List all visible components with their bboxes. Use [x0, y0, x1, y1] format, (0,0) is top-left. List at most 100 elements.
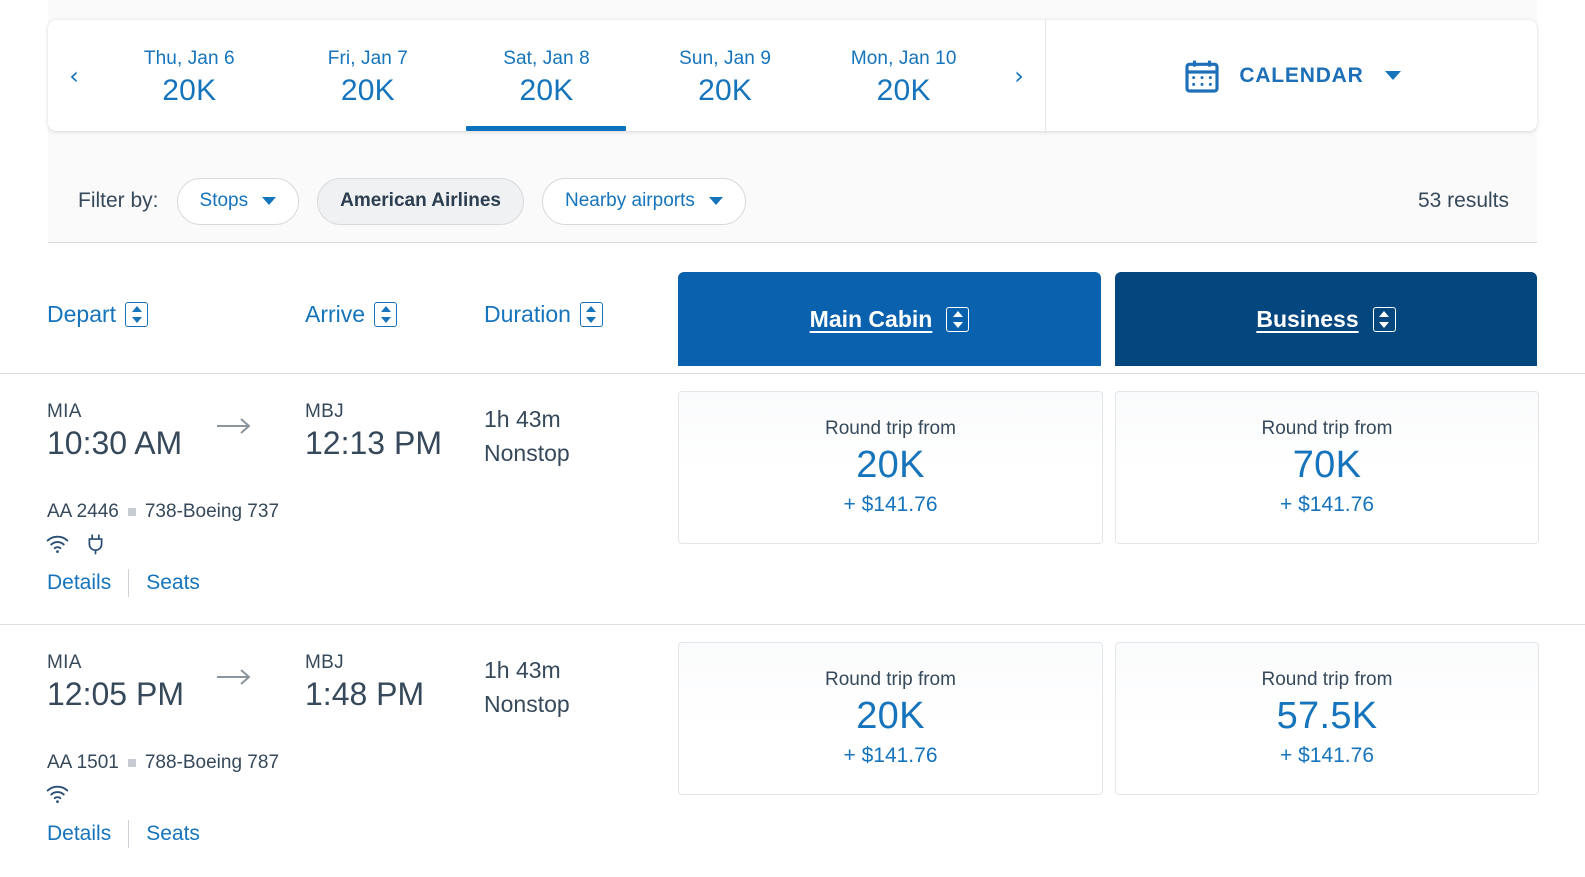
date-price: 20K: [162, 74, 216, 108]
price-cash: + $141.76: [1280, 493, 1374, 517]
previous-dates-button[interactable]: ‹: [48, 20, 100, 131]
duration-value: 1h 43m: [484, 406, 570, 433]
arrive-time: 12:13 PM: [305, 425, 442, 462]
price-caption: Round trip from: [825, 669, 956, 691]
link-separator: [128, 569, 129, 597]
calendar-button[interactable]: CALENDAR: [1046, 20, 1537, 131]
wifi-icon: [45, 535, 70, 559]
price-miles: 57.5K: [1277, 695, 1378, 738]
stops-value: Nonstop: [484, 691, 570, 718]
filter-stops-button[interactable]: Stops: [177, 178, 300, 225]
price-cash: + $141.76: [843, 493, 937, 517]
price-card-business[interactable]: Round trip from 57.5K + $141.76: [1115, 642, 1539, 795]
depart-cell: MIA 10:30 AM: [47, 401, 182, 462]
column-header-main-cabin: Main Cabin: [810, 306, 933, 333]
selected-date-underline: [466, 126, 626, 131]
sort-depart-button[interactable]: Depart: [47, 301, 148, 328]
date-item-4[interactable]: Mon, Jan 10 20K: [814, 20, 993, 131]
arrow-right-icon: [215, 667, 253, 687]
duration-value: 1h 43m: [484, 657, 570, 684]
aircraft-type: 788-Boeing 787: [145, 752, 279, 774]
sort-arrive-button[interactable]: Arrive: [305, 301, 397, 328]
sort-business-button[interactable]: Business: [1115, 272, 1537, 366]
stops-value: Nonstop: [484, 440, 570, 467]
chevron-down-icon: [1385, 71, 1401, 80]
price-caption: Round trip from: [1262, 669, 1393, 691]
date-price: 20K: [877, 74, 931, 108]
power-outlet-icon: [86, 534, 105, 560]
filter-nearby-airports-label: Nearby airports: [565, 190, 695, 212]
sort-duration-button[interactable]: Duration: [484, 301, 603, 328]
filter-nearby-airports-button[interactable]: Nearby airports: [542, 178, 746, 225]
table-row: MIA 10:30 AM MBJ 12:13 PM 1h 43m Nonstop: [0, 373, 1585, 624]
date-label: Fri, Jan 7: [328, 48, 408, 70]
date-label: Sun, Jan 9: [679, 48, 771, 70]
depart-cell: MIA 12:05 PM: [47, 652, 184, 713]
chevron-left-icon: ‹: [69, 64, 79, 88]
flight-number: AA 2446: [47, 501, 119, 523]
column-header-depart: Depart: [47, 301, 116, 328]
flight-results-page: ‹ Thu, Jan 6 20K Fri, Jan 7 20K Sat, Jan…: [0, 0, 1585, 877]
arrive-time: 1:48 PM: [305, 676, 424, 713]
table-header-row: Depart Arrive Duration Main Cabin Busine…: [0, 243, 1585, 373]
price-caption: Round trip from: [1262, 418, 1393, 440]
date-price: 20K: [341, 74, 395, 108]
seats-link[interactable]: Seats: [146, 571, 200, 595]
amenities: [45, 785, 70, 809]
price-card-business[interactable]: Round trip from 70K + $141.76: [1115, 391, 1539, 544]
price-caption: Round trip from: [825, 418, 956, 440]
next-dates-button[interactable]: ›: [993, 20, 1045, 131]
date-item-0[interactable]: Thu, Jan 6 20K: [100, 20, 279, 131]
calendar-icon: [1182, 56, 1222, 96]
destination-airport: MBJ: [305, 401, 442, 423]
column-header-duration: Duration: [484, 301, 571, 328]
filter-by-label: Filter by:: [78, 189, 159, 213]
price-miles: 20K: [856, 444, 925, 487]
aircraft-type: 738-Boeing 737: [145, 501, 279, 523]
flight-meta: AA 1501 788-Boeing 787: [47, 752, 279, 774]
details-link[interactable]: Details: [47, 822, 111, 846]
price-card-main-cabin[interactable]: Round trip from 20K + $141.76: [678, 642, 1103, 795]
sort-main-cabin-button[interactable]: Main Cabin: [678, 272, 1101, 366]
table-row: MIA 12:05 PM MBJ 1:48 PM 1h 43m Nonstop: [0, 624, 1585, 877]
price-card-main-cabin[interactable]: Round trip from 20K + $141.76: [678, 391, 1103, 544]
price-miles: 20K: [856, 695, 925, 738]
origin-airport: MIA: [47, 401, 182, 423]
filter-bar: Filter by: Stops American Airlines Nearb…: [48, 160, 1537, 243]
duration-cell: 1h 43m Nonstop: [484, 657, 570, 718]
date-item-2-selected[interactable]: Sat, Jan 8 20K: [457, 20, 636, 131]
details-link[interactable]: Details: [47, 571, 111, 595]
arrive-cell: MBJ 1:48 PM: [305, 652, 424, 713]
seats-link[interactable]: Seats: [146, 822, 200, 846]
date-item-1[interactable]: Fri, Jan 7 20K: [279, 20, 458, 131]
date-carousel: ‹ Thu, Jan 6 20K Fri, Jan 7 20K Sat, Jan…: [48, 20, 1537, 131]
column-header-business: Business: [1256, 306, 1358, 333]
column-header-arrive: Arrive: [305, 301, 365, 328]
depart-time: 10:30 AM: [47, 425, 182, 462]
date-label: Sat, Jan 8: [503, 48, 590, 70]
row-links: Details Seats: [47, 569, 200, 597]
amenities: [45, 534, 105, 560]
filter-stops-label: Stops: [200, 190, 249, 212]
chevron-down-icon: [709, 197, 723, 205]
date-price: 20K: [698, 74, 752, 108]
filter-airline-button[interactable]: American Airlines: [317, 178, 524, 225]
arrow-right-icon: [215, 416, 253, 436]
calendar-label: CALENDAR: [1239, 64, 1363, 88]
meta-separator-icon: [128, 508, 136, 516]
arrive-cell: MBJ 12:13 PM: [305, 401, 442, 462]
sort-arrows-icon: [125, 302, 148, 327]
depart-time: 12:05 PM: [47, 676, 184, 713]
origin-airport: MIA: [47, 652, 184, 674]
flight-meta: AA 2446 738-Boeing 737: [47, 501, 279, 523]
meta-separator-icon: [128, 759, 136, 767]
price-cash: + $141.76: [843, 744, 937, 768]
date-item-3[interactable]: Sun, Jan 9 20K: [636, 20, 815, 131]
date-strip: ‹ Thu, Jan 6 20K Fri, Jan 7 20K Sat, Jan…: [48, 20, 1045, 131]
duration-cell: 1h 43m Nonstop: [484, 406, 570, 467]
date-label: Mon, Jan 10: [851, 48, 957, 70]
chevron-down-icon: [262, 197, 276, 205]
sort-arrows-icon: [1373, 307, 1396, 332]
results-count: 53 results: [1418, 189, 1509, 213]
flight-results-table: Depart Arrive Duration Main Cabin Busine…: [0, 243, 1585, 877]
